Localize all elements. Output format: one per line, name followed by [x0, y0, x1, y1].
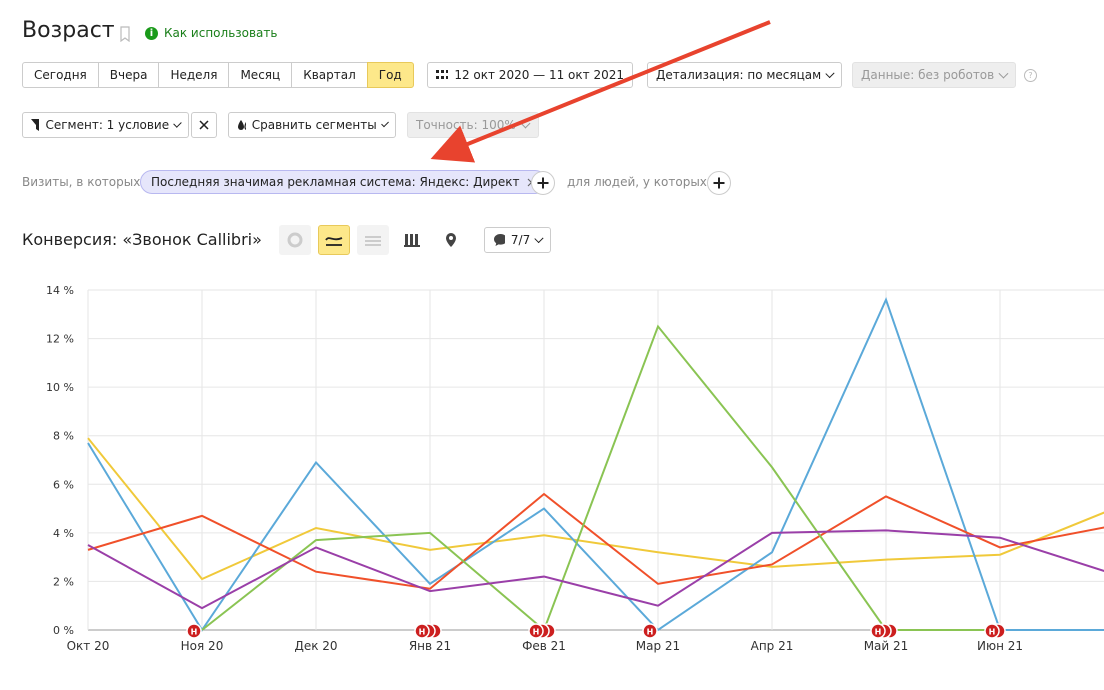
period-month-button[interactable]: Месяц: [228, 62, 293, 88]
x-tick-label: Окт 20: [67, 639, 110, 653]
segment-dropdown[interactable]: Сегмент: 1 условие: [22, 112, 189, 138]
x-tick-label: Апр 21: [751, 639, 794, 653]
data-filter-dropdown[interactable]: Данные: без роботов: [852, 62, 1016, 88]
x-tick-label: Мар 21: [636, 639, 680, 653]
close-icon: [199, 120, 209, 130]
period-today-button[interactable]: Сегодня: [22, 62, 99, 88]
y-tick-label: 12 %: [46, 333, 74, 346]
period-week-button[interactable]: Неделя: [158, 62, 230, 88]
calendar-icon: [436, 70, 449, 79]
period-quarter-button[interactable]: Квартал: [291, 62, 368, 88]
x-tick-label: Ноя 20: [181, 639, 224, 653]
period-selector: Сегодня Вчера Неделя Месяц Квартал Год: [22, 62, 414, 88]
y-tick-label: 2 %: [53, 575, 74, 588]
page-title: Возраст: [22, 18, 115, 43]
chevron-down-icon: [998, 68, 1009, 78]
compare-segments-dropdown[interactable]: Сравнить сегменты: [228, 112, 396, 138]
area-chart-icon: [365, 236, 381, 246]
x-tick-label: Июн 21: [977, 639, 1023, 653]
visits-label: Визиты, в которых: [22, 175, 141, 189]
chart-type-area-button[interactable]: [357, 225, 389, 255]
conversion-line-chart: 0 % 2 % 4 % 6 % 8 % 10 % 12 % 14 % Окт 20 Ноя 20 Д…: [46, 284, 1104, 653]
x-tick-label: Дек 20: [294, 639, 337, 653]
info-icon: i: [145, 26, 158, 40]
add-people-condition-button[interactable]: [707, 171, 731, 195]
how-to-use-link[interactable]: i Как использовать: [145, 26, 277, 40]
comment-icon: [494, 234, 505, 246]
chart-type-bar-button[interactable]: [396, 225, 428, 255]
map-pin-icon: [446, 233, 456, 247]
x-tick-label: Май 21: [864, 639, 909, 653]
chevron-down-icon: [534, 233, 544, 243]
y-tick-label: 0 %: [53, 624, 74, 637]
chart-type-map-button[interactable]: [435, 225, 467, 255]
x-tick-label: Янв 21: [409, 639, 451, 653]
detail-dropdown[interactable]: Детализация: по месяцам: [647, 62, 842, 88]
condition-chip[interactable]: Последняя значимая рекламная система: Ян…: [140, 170, 548, 194]
clear-segment-button[interactable]: [191, 112, 217, 138]
annotation-marker-label: Н: [419, 628, 426, 637]
line-chart-icon: [325, 237, 343, 246]
y-tick-label: 6 %: [53, 478, 74, 491]
date-range-button[interactable]: 12 окт 2020 — 11 окт 2021: [427, 62, 633, 88]
chevron-down-icon: [380, 119, 389, 127]
accuracy-dropdown[interactable]: Точность: 100%: [407, 112, 539, 138]
series-line-0: [87, 437, 1104, 581]
y-tick-label: 8 %: [53, 430, 74, 443]
chart-type-pie-button[interactable]: [279, 225, 311, 255]
annotation-marker-label: Н: [533, 628, 540, 637]
annotation-marker-label: Н: [191, 628, 198, 637]
chevron-down-icon: [520, 118, 531, 128]
y-tick-label: 10 %: [46, 381, 74, 394]
annotations-dropdown[interactable]: 7/7: [484, 227, 551, 253]
chart-title: Конверсия: «Звонок Callibri»: [22, 230, 262, 249]
bookmark-icon[interactable]: [120, 26, 130, 42]
series-line-3: [201, 324, 1000, 632]
filter-icon: [31, 119, 40, 131]
period-year-button[interactable]: Год: [366, 62, 414, 88]
annotation-marker-label: Н: [989, 628, 996, 637]
period-yesterday-button[interactable]: Вчера: [97, 62, 160, 88]
compare-drops-icon: [238, 120, 246, 130]
people-label: для людей, у которых: [567, 175, 707, 189]
add-visit-condition-button[interactable]: [531, 171, 555, 195]
x-tick-label: Фев 21: [522, 639, 566, 653]
help-icon[interactable]: ?: [1024, 69, 1037, 82]
chevron-down-icon: [825, 68, 835, 78]
y-tick-label: 4 %: [53, 527, 74, 540]
chevron-down-icon: [173, 118, 182, 128]
annotation-marker-label: Н: [875, 628, 882, 637]
chart-type-line-button[interactable]: [318, 225, 350, 255]
series-line-1: [87, 297, 1104, 632]
pie-chart-icon: [287, 232, 303, 248]
bar-chart-icon: [404, 234, 420, 247]
y-tick-label: 14 %: [46, 284, 74, 297]
annotation-marker-label: Н: [647, 628, 654, 637]
